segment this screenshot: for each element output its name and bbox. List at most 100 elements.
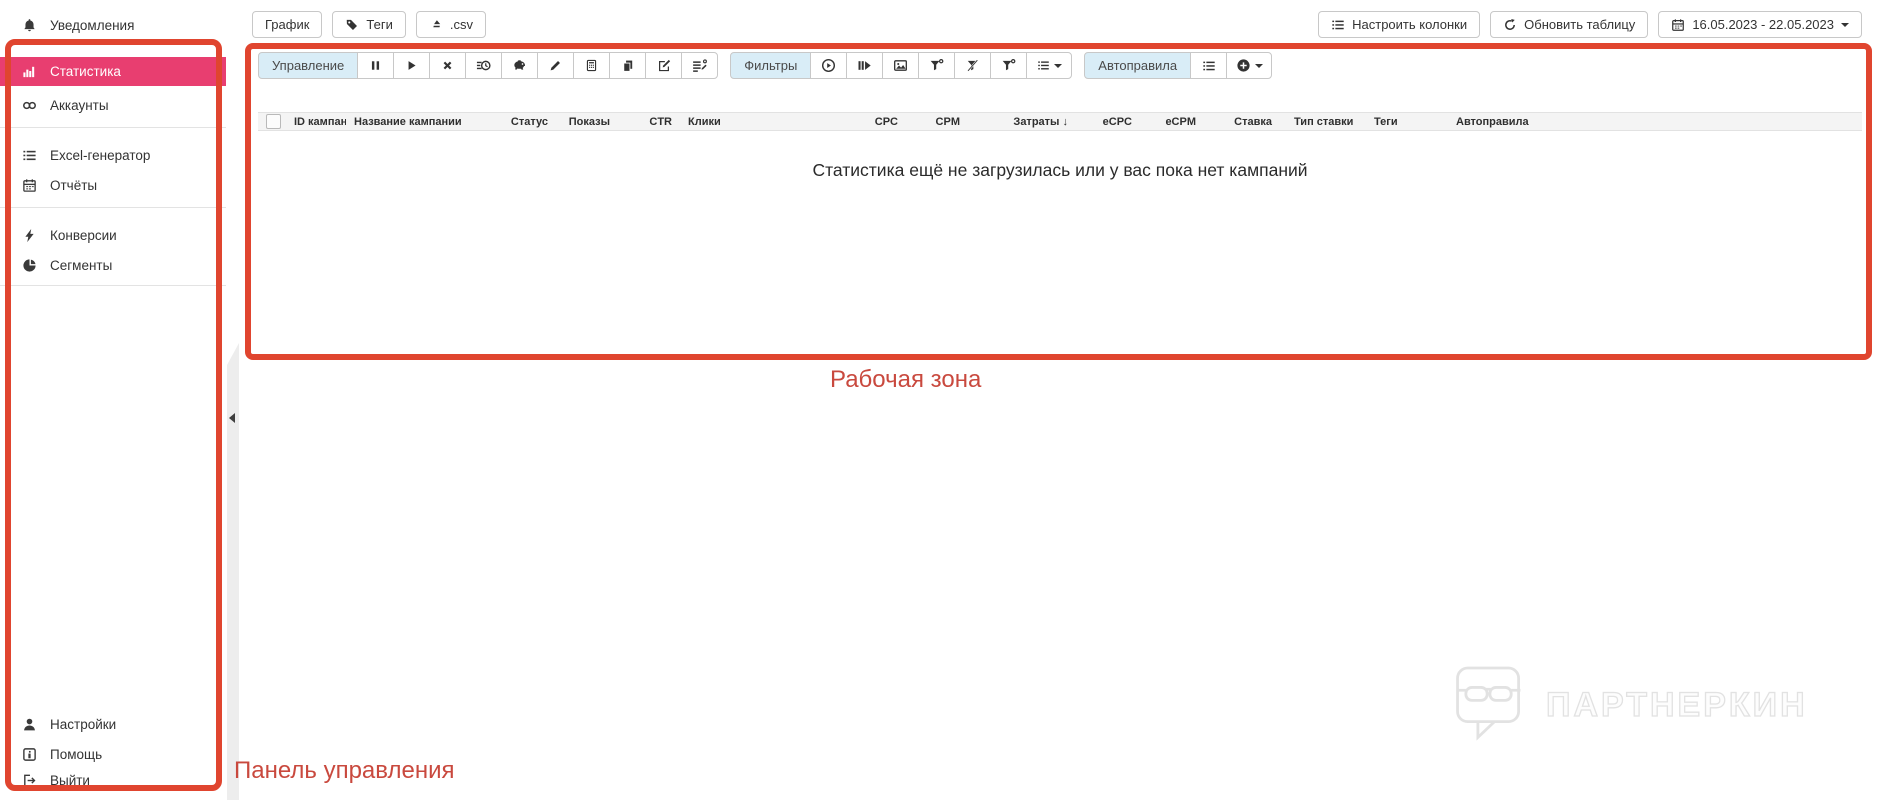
calendar-icon	[23, 178, 36, 192]
image-icon	[894, 60, 908, 71]
chevron-down-icon	[1254, 63, 1263, 68]
filter-settings-button[interactable]	[990, 52, 1028, 79]
column-header-shows[interactable]: Показы	[556, 116, 618, 128]
edit-square-icon	[658, 59, 670, 71]
list-icon	[23, 150, 36, 160]
campaign-toolbar: Управление Фильтры Автоправила	[258, 52, 1273, 79]
list-edit-icon	[693, 59, 708, 72]
chart-button[interactable]: График	[252, 11, 323, 38]
active-filter-button[interactable]	[810, 52, 848, 79]
sidebar-item-label: Выйти	[50, 772, 90, 788]
sidebar-item-logout[interactable]: Выйти	[0, 765, 226, 795]
column-header-ctr[interactable]: CTR	[618, 116, 680, 128]
sidebar-divider	[0, 207, 226, 208]
close-x-icon	[443, 61, 452, 70]
sidebar-item-label: Аккаунты	[50, 97, 109, 113]
creatives-filter-button[interactable]	[882, 52, 920, 79]
sidebar-item-notifications[interactable]: Уведомления	[0, 10, 226, 40]
watermark: ПАРТНЕРКИН	[1452, 662, 1808, 748]
date-range-picker[interactable]: 16.05.2023 - 22.05.2023	[1658, 11, 1862, 38]
history-button[interactable]	[465, 52, 503, 79]
pause-button[interactable]	[357, 52, 395, 79]
sidebar-item-excel-generator[interactable]: Excel-генератор	[0, 140, 226, 170]
saved-filters-dropdown[interactable]	[1026, 52, 1073, 79]
pause-icon	[372, 61, 380, 70]
column-header-ecpm[interactable]: eCPM	[1140, 116, 1204, 128]
column-header-id[interactable]: ID кампан	[286, 116, 346, 128]
calendar-icon	[1672, 18, 1685, 31]
management-group-label: Управление	[258, 52, 359, 79]
sidebar-item-label: Сегменты	[50, 257, 113, 273]
collapse-arrow-icon[interactable]	[229, 413, 235, 423]
autorules-list-button[interactable]	[1190, 52, 1228, 79]
edit-limits-button[interactable]	[681, 52, 719, 79]
sidebar-item-accounts[interactable]: Аккаунты	[0, 90, 226, 120]
topbar-left: График Теги .csv	[252, 11, 486, 38]
sidebar-collapse-rail[interactable]	[227, 343, 239, 800]
funnel-clear-icon	[967, 59, 979, 72]
empty-state-message: Статистика ещё не загрузилась или у вас …	[812, 160, 1308, 180]
column-header-cpc[interactable]: CPC	[726, 116, 906, 128]
app-root: Уведомления Статистика Аккаунты Excel-ге…	[0, 0, 1878, 800]
autorules-group-label: Автоправила	[1084, 52, 1192, 79]
annotation-box-work-area	[245, 43, 1872, 360]
filters-group: Фильтры	[730, 52, 1073, 79]
funnel-add-icon	[930, 58, 944, 71]
sidebar-item-settings[interactable]: Настройки	[0, 709, 226, 739]
chart-button-label: График	[265, 17, 310, 32]
edit-rate-button[interactable]	[537, 52, 575, 79]
bar-chart-icon	[23, 66, 35, 78]
sidebar-item-label: Настройки	[50, 716, 117, 732]
rename-button[interactable]	[645, 52, 683, 79]
history-icon	[477, 60, 491, 71]
column-header-name[interactable]: Название кампании	[346, 116, 486, 128]
piggy-bank-icon	[514, 60, 526, 70]
sidebar-item-conversions[interactable]: Конверсии	[0, 220, 226, 250]
tags-button[interactable]: Теги	[332, 11, 406, 38]
export-csv-button[interactable]: .csv	[415, 11, 486, 38]
column-header-cost-sorted[interactable]: Затраты ↓	[968, 116, 1076, 128]
select-all-checkbox[interactable]	[266, 114, 281, 129]
start-button[interactable]	[393, 52, 431, 79]
stop-button[interactable]	[429, 52, 467, 79]
date-range-value: 16.05.2023 - 22.05.2023	[1692, 17, 1834, 32]
watermark-logo-icon	[1456, 666, 1521, 741]
sidebar-divider	[0, 285, 226, 286]
lightning-icon	[25, 228, 34, 242]
clear-filter-button[interactable]	[954, 52, 992, 79]
column-header-rate-type[interactable]: Тип ставки	[1280, 116, 1366, 128]
bell-icon	[24, 18, 35, 31]
table-button[interactable]	[573, 52, 611, 79]
sidebar-item-segments[interactable]: Сегменты	[0, 250, 226, 280]
column-header-autorules[interactable]: Автоправила	[1442, 116, 1862, 128]
funnel-settings-icon	[1002, 58, 1016, 71]
column-header-rate[interactable]: Ставка	[1204, 116, 1280, 128]
autorules-group: Автоправила	[1084, 52, 1273, 79]
user-icon	[24, 718, 35, 730]
sidebar-divider	[0, 127, 226, 128]
table-icon	[587, 59, 597, 72]
column-header-status[interactable]: Статус	[486, 116, 556, 128]
play-icon	[408, 61, 416, 70]
sidebar-item-reports[interactable]: Отчёты	[0, 170, 226, 200]
management-group: Управление	[258, 52, 719, 79]
add-autorule-dropdown[interactable]	[1226, 52, 1273, 79]
column-header-tags[interactable]: Теги	[1366, 116, 1442, 128]
column-header-clicks[interactable]: Клики	[680, 116, 726, 128]
sidebar-item-statistics[interactable]: Статистика	[0, 57, 226, 86]
column-header-ecpc[interactable]: eCPC	[1076, 116, 1140, 128]
configure-columns-button[interactable]: Настроить колонки	[1318, 11, 1481, 38]
chevron-down-icon	[1841, 22, 1849, 27]
add-filter-button[interactable]	[918, 52, 956, 79]
list-icon	[1202, 61, 1215, 70]
budget-button[interactable]	[501, 52, 539, 79]
refresh-table-button[interactable]: Обновить таблицу	[1490, 11, 1649, 38]
sidebar-item-label: Отчёты	[50, 177, 98, 193]
sidebar-item-label: Уведомления	[50, 17, 135, 33]
copy-button[interactable]	[609, 52, 647, 79]
csv-button-label: .csv	[449, 17, 473, 32]
step-forward-filter-button[interactable]	[846, 52, 884, 79]
play-circle-icon	[822, 58, 836, 73]
column-header-cpm[interactable]: CPM	[906, 116, 968, 128]
plus-circle-icon	[1237, 59, 1250, 72]
